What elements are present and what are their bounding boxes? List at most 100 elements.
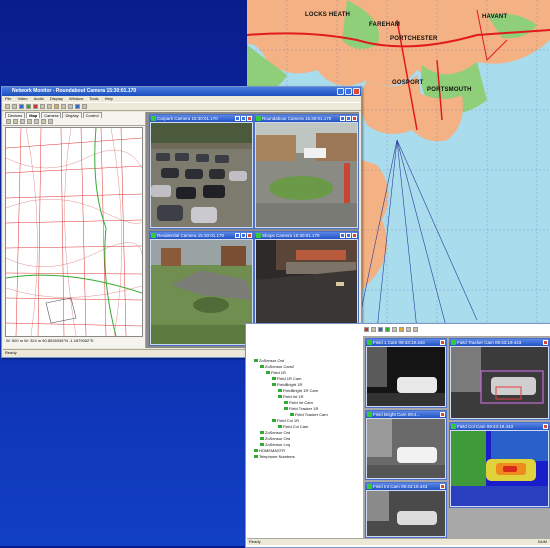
thermal-video-feed[interactable] [367,491,445,536]
snapshot-icon[interactable] [54,104,59,109]
tree-item[interactable]: Field Tracker Cam [290,412,328,417]
tree-item[interactable]: Field Col 1R [272,418,299,423]
maximize-button[interactable] [346,233,351,238]
roundabout-video-feed[interactable] [256,123,357,227]
tree-item[interactable]: ZoSensor Ord [254,358,284,363]
tree-item[interactable]: ZoSensor Cam2 [260,364,294,369]
tree-item[interactable]: HOMEMASTR [254,448,285,453]
tree-item[interactable]: FieldBright 1R Cam [278,388,318,393]
close-button[interactable] [247,233,252,238]
close-button[interactable] [353,88,360,95]
thermal-color-feed[interactable] [451,431,548,506]
tree-item[interactable]: Field Int 1R [278,394,303,399]
layout-icon[interactable] [75,104,80,109]
minimize-button[interactable] [337,88,344,95]
thermal-camera-window[interactable]: Field Int Cam 09:43:19.443 [365,482,447,538]
menu-file[interactable]: File [5,96,11,102]
main-monitor-window[interactable]: Network Monitor - Roundabout Camera 15:3… [1,86,362,358]
maximize-button[interactable] [346,116,351,121]
main-toolbar [2,102,361,111]
select-icon[interactable] [13,119,18,124]
thermal-video-feed[interactable] [367,419,445,478]
record-icon[interactable] [364,327,369,332]
close-button[interactable] [352,233,357,238]
tab-control[interactable]: Control [82,112,102,118]
close-button[interactable] [352,116,357,121]
pause-icon[interactable] [40,104,45,109]
print-icon[interactable] [41,119,46,124]
menu-video[interactable]: Video [17,96,27,102]
save-icon[interactable] [12,104,17,109]
tree-item[interactable]: Telephone Numbers [254,454,295,459]
stop-icon[interactable] [392,327,397,332]
open-icon[interactable] [5,104,10,109]
close-button[interactable] [440,340,445,345]
minimize-button[interactable] [340,233,345,238]
carpark-video-feed[interactable] [151,123,252,227]
snapshot-icon[interactable] [399,327,404,332]
menu-display[interactable]: Display [50,96,63,102]
thermal-camera-window[interactable]: Field Tracker Cam 09:43:19.443 [449,338,550,420]
main-window-titlebar[interactable]: Network Monitor - Roundabout Camera 15:3… [2,87,361,96]
tab-devices[interactable]: Devices [5,112,26,118]
tree-item[interactable]: ZoSensor Lnq [260,442,290,447]
tree-item[interactable]: FieldBright 1R [272,382,302,387]
thermal-camera-window[interactable]: Field Bright Cam 09:4... [365,410,447,480]
minimize-button[interactable] [340,116,345,121]
carpark-camera-window[interactable]: Carpark Camera 15:30:01.170 [149,114,254,229]
tree-item[interactable]: Field Int Cam [284,400,313,405]
close-button[interactable] [440,412,445,417]
stop-icon[interactable] [47,104,52,109]
roundabout-camera-window[interactable]: Roundabout Camera 15:30:01.170 [254,114,359,229]
play-icon[interactable] [26,104,31,109]
maximize-button[interactable] [241,116,246,121]
thermal-camera-window[interactable]: Field Col Cam 09:43:19.443 [449,422,550,508]
camera-icon[interactable] [19,104,24,109]
residential-camera-window[interactable]: Residential Camera 15:30:01.170 [149,231,254,346]
tree-item[interactable]: ZoSensor Ord [260,430,290,435]
menu-window[interactable]: Window [69,96,83,102]
tree-item[interactable]: Field Tracker 1R [284,406,318,411]
thermal-video-feed[interactable] [451,347,548,418]
thermal-video-feed[interactable] [367,347,445,406]
menu-help[interactable]: Help [105,96,113,102]
zoom-icon[interactable] [406,327,411,332]
record-icon[interactable] [33,104,38,109]
measure-icon[interactable] [27,119,32,124]
residential-video-feed[interactable] [151,240,252,344]
pause-icon[interactable] [371,327,376,332]
minimize-button[interactable] [235,116,240,121]
street-map-view[interactable] [5,127,143,337]
thermal-monitor-window[interactable]: ZoSensor Ord ZoSensor Cam2 Field 1R Fiel… [245,323,550,548]
tab-map[interactable]: Map [26,112,41,118]
zoom-icon[interactable] [20,119,25,124]
close-button[interactable] [543,424,548,429]
pan-icon[interactable] [6,119,11,124]
tab-display[interactable]: Display [62,112,82,118]
close-button[interactable] [247,116,252,121]
camera-icon [367,340,372,345]
tree-item[interactable]: Field 1R [266,370,286,375]
settings-icon[interactable] [413,327,418,332]
map-pane: Devices Map Camera Display Control W: 50… [3,112,146,348]
minimize-button[interactable] [235,233,240,238]
tab-camera[interactable]: Camera [41,112,62,118]
menu-audio[interactable]: Audio [34,96,44,102]
thermal-camera-window[interactable]: Field 1 Cam 09:43:19.443 [365,338,447,408]
zoom-out-icon[interactable] [68,104,73,109]
menu-tools[interactable]: Tools [89,96,98,102]
maximize-button[interactable] [241,233,246,238]
tree-item[interactable]: ZoSensor Ord [260,436,290,441]
tree-item[interactable]: Field 1R Cam [272,376,301,381]
play-icon[interactable] [385,327,390,332]
camera-icon[interactable] [378,327,383,332]
settings-icon[interactable] [82,104,87,109]
home-icon[interactable] [48,119,53,124]
close-button[interactable] [440,484,445,489]
close-button[interactable] [543,340,548,345]
tree-item[interactable]: Field Col Cam [278,424,308,429]
map-label-portchester: PORTCHESTER [390,36,438,42]
layers-icon[interactable] [34,119,39,124]
maximize-button[interactable] [345,88,352,95]
zoom-in-icon[interactable] [61,104,66,109]
